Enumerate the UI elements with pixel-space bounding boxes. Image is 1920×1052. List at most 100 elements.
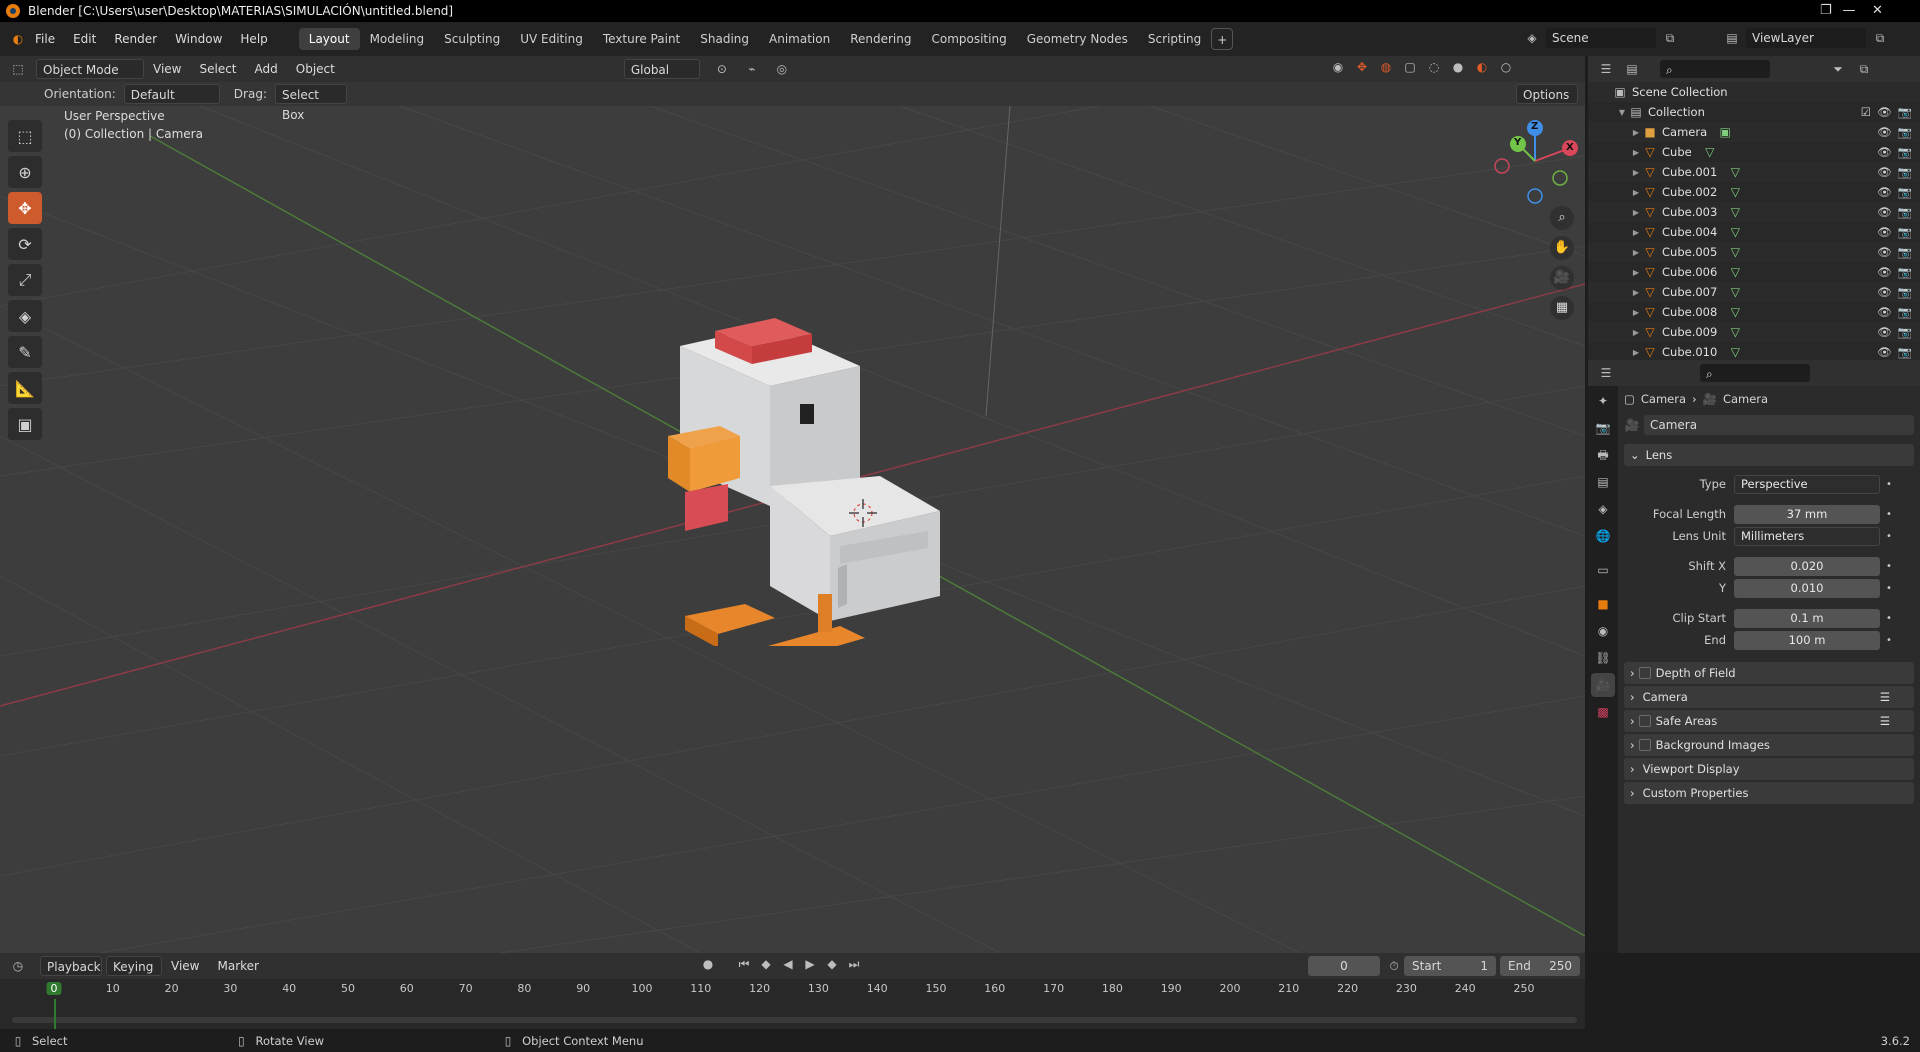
workspace-tab-geometry-nodes[interactable]: Geometry Nodes: [1017, 28, 1138, 50]
material-shading-icon[interactable]: ◐: [1474, 59, 1490, 75]
outliner-item-cube-009[interactable]: ▶ ▽ Cube.009 ▽ 👁 📷: [1588, 322, 1920, 342]
workspace-tab-uv-editing[interactable]: UV Editing: [510, 28, 593, 50]
workspace-tab-modeling[interactable]: Modeling: [360, 28, 435, 50]
perspective-toggle-icon[interactable]: ▦: [1550, 296, 1574, 320]
eye-icon[interactable]: 👁: [1877, 345, 1892, 359]
transform-orientation-dropdown[interactable]: Global: [623, 59, 700, 79]
visibility-icon[interactable]: ◉: [1330, 59, 1346, 75]
camera-view-icon[interactable]: 🎥: [1550, 266, 1574, 290]
workspace-tab-sculpting[interactable]: Sculpting: [434, 28, 510, 50]
expand-icon[interactable]: ▶: [1630, 128, 1642, 137]
outliner-item-cube-006[interactable]: ▶ ▽ Cube.006 ▽ 👁 📷: [1588, 262, 1920, 282]
3d-viewport[interactable]: ⬚ Object Mode View Select Add Object Glo…: [0, 56, 1585, 953]
render-camera-icon[interactable]: 📷: [1898, 305, 1912, 319]
keying-dropdown[interactable]: Keying: [106, 956, 162, 976]
render-camera-icon[interactable]: 📷: [1898, 205, 1912, 219]
timeline-menu-marker[interactable]: Marker: [208, 956, 267, 976]
render-camera-icon[interactable]: 📷: [1898, 245, 1912, 259]
expand-icon[interactable]: ▶: [1630, 308, 1642, 317]
background-images-checkbox[interactable]: [1638, 739, 1651, 751]
outliner-item-cube-010[interactable]: ▶ ▽ Cube.010 ▽ 👁 📷: [1588, 342, 1920, 360]
current-frame-field[interactable]: 0: [1308, 956, 1380, 976]
animate-dot-icon[interactable]: •: [1886, 561, 1892, 572]
mesh-data-icon[interactable]: ▽: [1727, 324, 1743, 340]
jump-end-icon[interactable]: ⏭: [846, 956, 862, 972]
workspace-tab-layout[interactable]: Layout: [298, 28, 360, 50]
collection-expand-icon[interactable]: ▼: [1616, 108, 1628, 117]
outliner-editor-type-icon[interactable]: ☰: [1598, 61, 1614, 77]
workspace-tab-animation[interactable]: Animation: [759, 28, 840, 50]
workspace-tab-compositing[interactable]: Compositing: [921, 28, 1016, 50]
expand-icon[interactable]: ▶: [1630, 288, 1642, 297]
select-box-tool[interactable]: ⬚: [8, 120, 42, 152]
eye-icon[interactable]: 👁: [1877, 205, 1892, 219]
mesh-data-icon[interactable]: ▽: [1727, 184, 1743, 200]
expand-icon[interactable]: ▶: [1630, 188, 1642, 197]
minimize-button[interactable]: —: [1826, 0, 1872, 22]
close-button[interactable]: ✕: [1872, 3, 1883, 18]
constraints-tab-icon[interactable]: ⛓: [1591, 646, 1615, 670]
eye-icon[interactable]: 👁: [1877, 325, 1892, 339]
background-images-panel-header[interactable]: › Background Images: [1624, 734, 1914, 756]
properties-search-input[interactable]: ⌕: [1700, 364, 1810, 382]
datablock-browse-icon[interactable]: 🎥: [1624, 417, 1640, 433]
proportional-edit-icon[interactable]: ◎: [774, 61, 790, 77]
zoom-icon[interactable]: ⌕: [1550, 206, 1574, 230]
animate-dot-icon[interactable]: •: [1886, 583, 1892, 594]
scene-icon[interactable]: ◈: [1524, 30, 1540, 46]
snap-icon[interactable]: ⌁: [744, 61, 760, 77]
render-camera-icon[interactable]: 📷: [1898, 225, 1912, 239]
collection-eye-icon[interactable]: 👁: [1877, 105, 1892, 119]
mesh-data-icon[interactable]: ▽: [1727, 224, 1743, 240]
rotate-tool[interactable]: ⟳: [8, 228, 42, 260]
expand-icon[interactable]: ▶: [1630, 228, 1642, 237]
view-layer-field[interactable]: ViewLayer: [1746, 28, 1866, 48]
pan-icon[interactable]: ✋: [1550, 236, 1574, 260]
datablock-name-field[interactable]: Camera: [1644, 415, 1914, 435]
playhead-line[interactable]: [54, 999, 56, 1029]
overlay-toggle-icon[interactable]: ◍: [1378, 59, 1394, 75]
pivot-icon[interactable]: ⊙: [714, 61, 730, 77]
render-camera-icon[interactable]: 📷: [1898, 345, 1912, 359]
render-camera-icon[interactable]: 📷: [1898, 325, 1912, 339]
mesh-data-icon[interactable]: ▽: [1727, 244, 1743, 260]
measure-tool[interactable]: 📐: [8, 372, 42, 404]
eye-icon[interactable]: 👁: [1877, 185, 1892, 199]
collection-checkbox-icon[interactable]: ☑: [1861, 105, 1871, 119]
playback-dropdown[interactable]: Playback: [40, 956, 102, 976]
outliner-item-cube[interactable]: ▶ ▽ Cube ▽ 👁 📷: [1588, 142, 1920, 162]
mesh-data-icon[interactable]: ▽: [1727, 164, 1743, 180]
lens-unit-dropdown[interactable]: Millimeters: [1734, 526, 1880, 546]
add-workspace-button[interactable]: +: [1211, 28, 1234, 50]
workspace-tab-shading[interactable]: Shading: [690, 28, 759, 50]
render-camera-icon[interactable]: 📷: [1898, 185, 1912, 199]
render-camera-icon[interactable]: 📷: [1898, 265, 1912, 279]
expand-icon[interactable]: ▶: [1630, 248, 1642, 257]
viewport-menu-add[interactable]: Add: [246, 59, 287, 79]
render-camera-icon[interactable]: 📷: [1898, 145, 1912, 159]
camera-panel-header[interactable]: › Camera ☰: [1624, 686, 1914, 708]
eye-icon[interactable]: 👁: [1877, 265, 1892, 279]
mesh-data-icon[interactable]: ▽: [1727, 284, 1743, 300]
timeline-menu-view[interactable]: View: [162, 956, 208, 976]
expand-icon[interactable]: ▶: [1630, 208, 1642, 217]
new-collection-icon[interactable]: ⧉: [1856, 61, 1872, 77]
render-camera-icon[interactable]: 📷: [1898, 165, 1912, 179]
collection-tab-icon[interactable]: ▭: [1591, 558, 1615, 582]
annotate-tool[interactable]: ✎: [8, 336, 42, 368]
outliner-item-cube-007[interactable]: ▶ ▽ Cube.007 ▽ 👁 📷: [1588, 282, 1920, 302]
expand-icon[interactable]: ▶: [1630, 168, 1642, 177]
render-tab-icon[interactable]: 📷: [1591, 416, 1615, 440]
play-reverse-icon[interactable]: ◀: [780, 956, 796, 972]
options-dropdown[interactable]: Options: [1516, 84, 1578, 104]
eye-icon[interactable]: 👁: [1877, 285, 1892, 299]
texture-tab-icon[interactable]: ▩: [1591, 700, 1615, 724]
chicken-model[interactable]: [650, 286, 950, 646]
timeline-editor-type-icon[interactable]: ◷: [10, 958, 26, 974]
animate-dot-icon[interactable]: •: [1886, 635, 1892, 646]
outliner-item-cube-003[interactable]: ▶ ▽ Cube.003 ▽ 👁 📷: [1588, 202, 1920, 222]
restore-button[interactable]: ❐: [1820, 3, 1832, 18]
animate-dot-icon[interactable]: •: [1886, 509, 1892, 520]
eye-icon[interactable]: 👁: [1877, 165, 1892, 179]
outliner-item-cube-001[interactable]: ▶ ▽ Cube.001 ▽ 👁 📷: [1588, 162, 1920, 182]
